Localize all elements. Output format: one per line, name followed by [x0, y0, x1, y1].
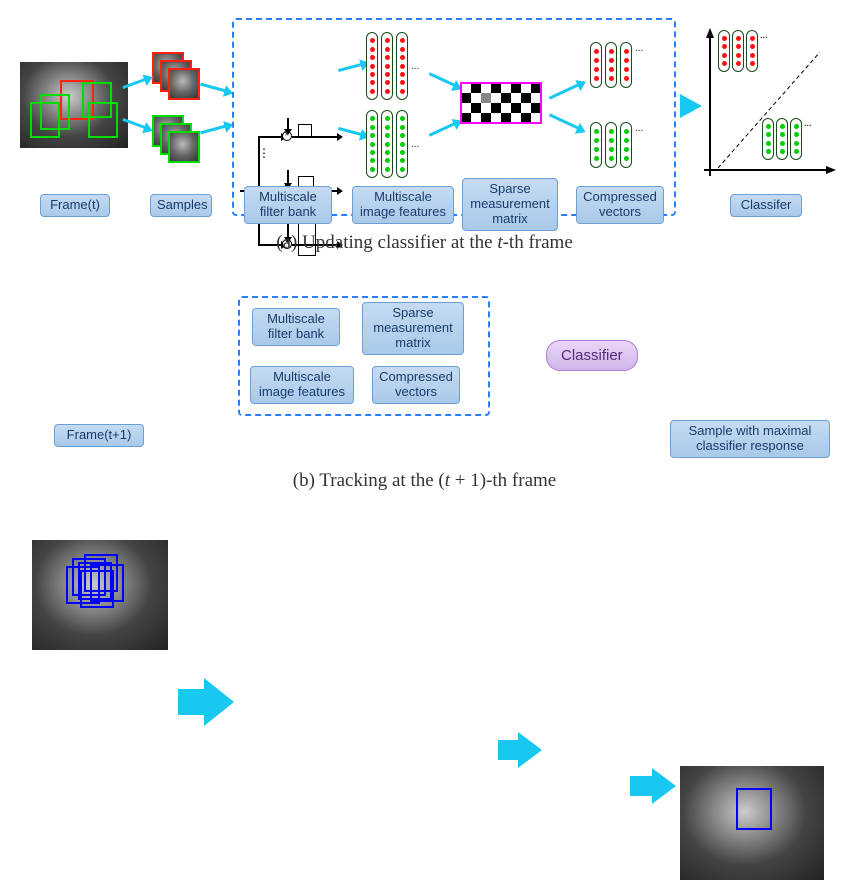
- caption-b-suffix: + 1)-th frame: [450, 470, 556, 491]
- frame-t1-photo: [32, 540, 168, 650]
- caption-a: (a) Updating classifier at the t-th fram…: [0, 232, 849, 254]
- feature-vectors-negative: ...: [366, 110, 419, 178]
- caption-b-prefix: (b) Tracking at the (: [293, 470, 445, 491]
- arrow-neg-to-bank: [200, 125, 226, 135]
- image-features-label-b: Multiscale image features: [250, 366, 354, 404]
- sparse-matrix-label: Sparse measurement matrix: [462, 178, 558, 231]
- image-features-label: Multiscale image features: [352, 186, 454, 224]
- caption-b: (b) Tracking at the (t + 1)-th frame: [0, 470, 849, 492]
- compressed-vectors-label-b: Compressed vectors: [372, 366, 460, 404]
- classifier-label-a: Classifer: [730, 194, 802, 217]
- negative-sample-thumbs: [152, 115, 192, 155]
- compressed-vectors-label: Compressed vectors: [576, 186, 664, 224]
- sparse-matrix-label-b: Sparse measurement matrix: [362, 302, 464, 355]
- arrow-pipeline-to-classifier: [498, 732, 849, 768]
- arrow-to-classifier: [680, 94, 702, 118]
- frame-t-photo: [20, 62, 128, 148]
- frame-t-label: Frame(t): [40, 194, 110, 217]
- filter-bank-label: Multiscale filter bank: [244, 186, 332, 224]
- frame-t1-label: Frame(t+1): [54, 424, 144, 447]
- sparse-measurement-matrix: [460, 82, 542, 124]
- arrow-frame-to-pipeline: [178, 678, 849, 726]
- caption-a-suffix: -th frame: [503, 232, 573, 253]
- classifier-node: Classifier: [546, 340, 638, 371]
- samples-label: Samples: [150, 194, 212, 217]
- feature-vectors-positive: ...: [366, 32, 419, 100]
- caption-a-prefix: (a) Updating classifier at the: [276, 232, 497, 253]
- result-label: Sample with maximal classifier response: [670, 420, 830, 458]
- classifier-neg-vectors: ...: [762, 118, 812, 160]
- result-photo: [680, 766, 824, 880]
- filter-bank-label-b: Multiscale filter bank: [252, 308, 340, 346]
- arrow-pos-to-bank: [200, 83, 226, 93]
- positive-sample-thumbs: [152, 52, 192, 92]
- classifier-pos-vectors: ...: [718, 30, 768, 72]
- compressed-vectors-positive: ...: [590, 42, 643, 88]
- compressed-vectors-negative: ...: [590, 122, 643, 168]
